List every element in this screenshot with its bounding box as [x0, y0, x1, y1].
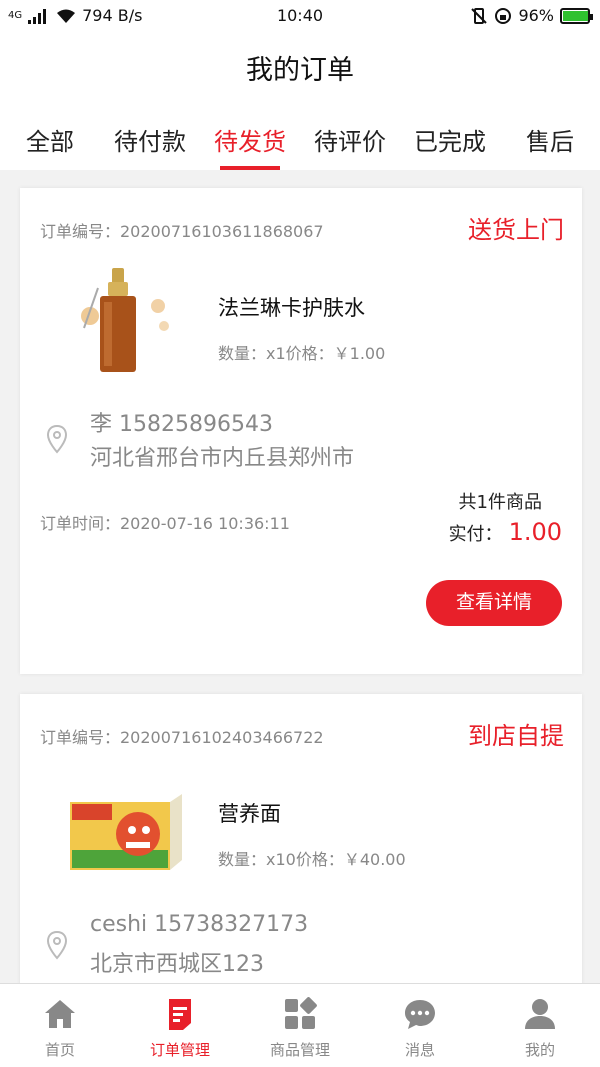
product-quantity-price: 数量：x10价格：￥40.00 [218, 850, 406, 869]
rotation-lock-icon [495, 7, 512, 24]
tab-label: 待付款 [114, 128, 186, 156]
paid-amount: 1.00 [508, 518, 562, 546]
user-icon [525, 999, 555, 1029]
order-card[interactable]: 订单编号：20200716103611868067 送货上门 法兰琳卡护肤水 数… [20, 188, 582, 674]
product-quantity-price: 数量：x1价格：￥1.00 [218, 344, 386, 363]
tab-pending-review[interactable]: 待评价 [300, 104, 400, 170]
battery-fill [563, 10, 588, 21]
view-details-button[interactable]: 查看详情 [426, 580, 562, 626]
product-name: 法兰琳卡护肤水 [218, 296, 365, 320]
tab-label: 待评价 [314, 128, 386, 156]
nav-label: 我的 [524, 1041, 555, 1059]
nav-label: 订单管理 [149, 1041, 210, 1059]
vibrate-icon [471, 7, 488, 24]
recipient: 李 15825896543 [90, 412, 273, 437]
battery-icon [560, 7, 593, 24]
delivery-method: 到店自提 [468, 722, 564, 750]
tab-label: 待发货 [214, 128, 286, 156]
location-pin-icon [46, 424, 68, 454]
nav-messages[interactable]: 消息 [360, 984, 480, 1067]
grid-icon [285, 997, 317, 1029]
order-card[interactable]: 订单编号：20200716102403466722 到店自提 营养面 数量：x1… [20, 694, 582, 994]
tab-label: 售后 [526, 128, 574, 156]
tab-after-sales[interactable]: 售后 [500, 104, 600, 170]
tab-label: 全部 [26, 128, 74, 156]
message-icon [405, 1000, 435, 1029]
tab-all[interactable]: 全部 [0, 104, 100, 170]
paid-total: 实付： 1.00 [449, 518, 562, 546]
delivery-method: 送货上门 [468, 216, 564, 244]
tab-pending-payment[interactable]: 待付款 [100, 104, 200, 170]
order-time: 订单时间：2020-07-16 10:36:11 [40, 514, 290, 533]
status-right: 96% [470, 6, 593, 25]
nav-label: 消息 [404, 1041, 435, 1059]
home-icon [45, 1000, 75, 1028]
nav-home[interactable]: 首页 [0, 984, 120, 1067]
item-count: 共1件商品 [458, 492, 542, 513]
battery-percent: 96% [518, 6, 554, 25]
recipient: ceshi 15738327173 [90, 912, 309, 937]
bottom-nav: 首页 订单管理 商品管理 消息 我的 [0, 983, 600, 1067]
product-name: 营养面 [218, 802, 281, 826]
order-number: 订单编号：20200716103611868067 [40, 222, 324, 241]
nav-mine[interactable]: 我的 [480, 984, 600, 1067]
tab-pending-shipment[interactable]: 待发货 [200, 104, 300, 170]
tab-completed[interactable]: 已完成 [400, 104, 500, 170]
nav-products[interactable]: 商品管理 [240, 984, 360, 1067]
status-bar: 4G 794 B/s 10:40 96% [0, 0, 600, 32]
product-image [70, 794, 182, 870]
header: 我的订单 [0, 32, 600, 104]
order-number: 订单编号：20200716102403466722 [40, 728, 324, 747]
tab-label: 已完成 [414, 128, 486, 156]
nav-label: 首页 [44, 1041, 75, 1059]
product-image [81, 268, 169, 372]
order-tabs: 全部 待付款 待发货 待评价 已完成 售后 [0, 104, 600, 170]
paid-label: 实付： [448, 524, 503, 545]
nav-label: 商品管理 [269, 1041, 330, 1059]
address: 河北省邢台市内丘县郑州市 [90, 446, 355, 471]
page-title: 我的订单 [246, 55, 354, 86]
address: 北京市西城区123 [90, 952, 264, 977]
order-icon [169, 999, 191, 1030]
location-pin-icon [46, 930, 68, 960]
nav-orders[interactable]: 订单管理 [120, 984, 240, 1067]
